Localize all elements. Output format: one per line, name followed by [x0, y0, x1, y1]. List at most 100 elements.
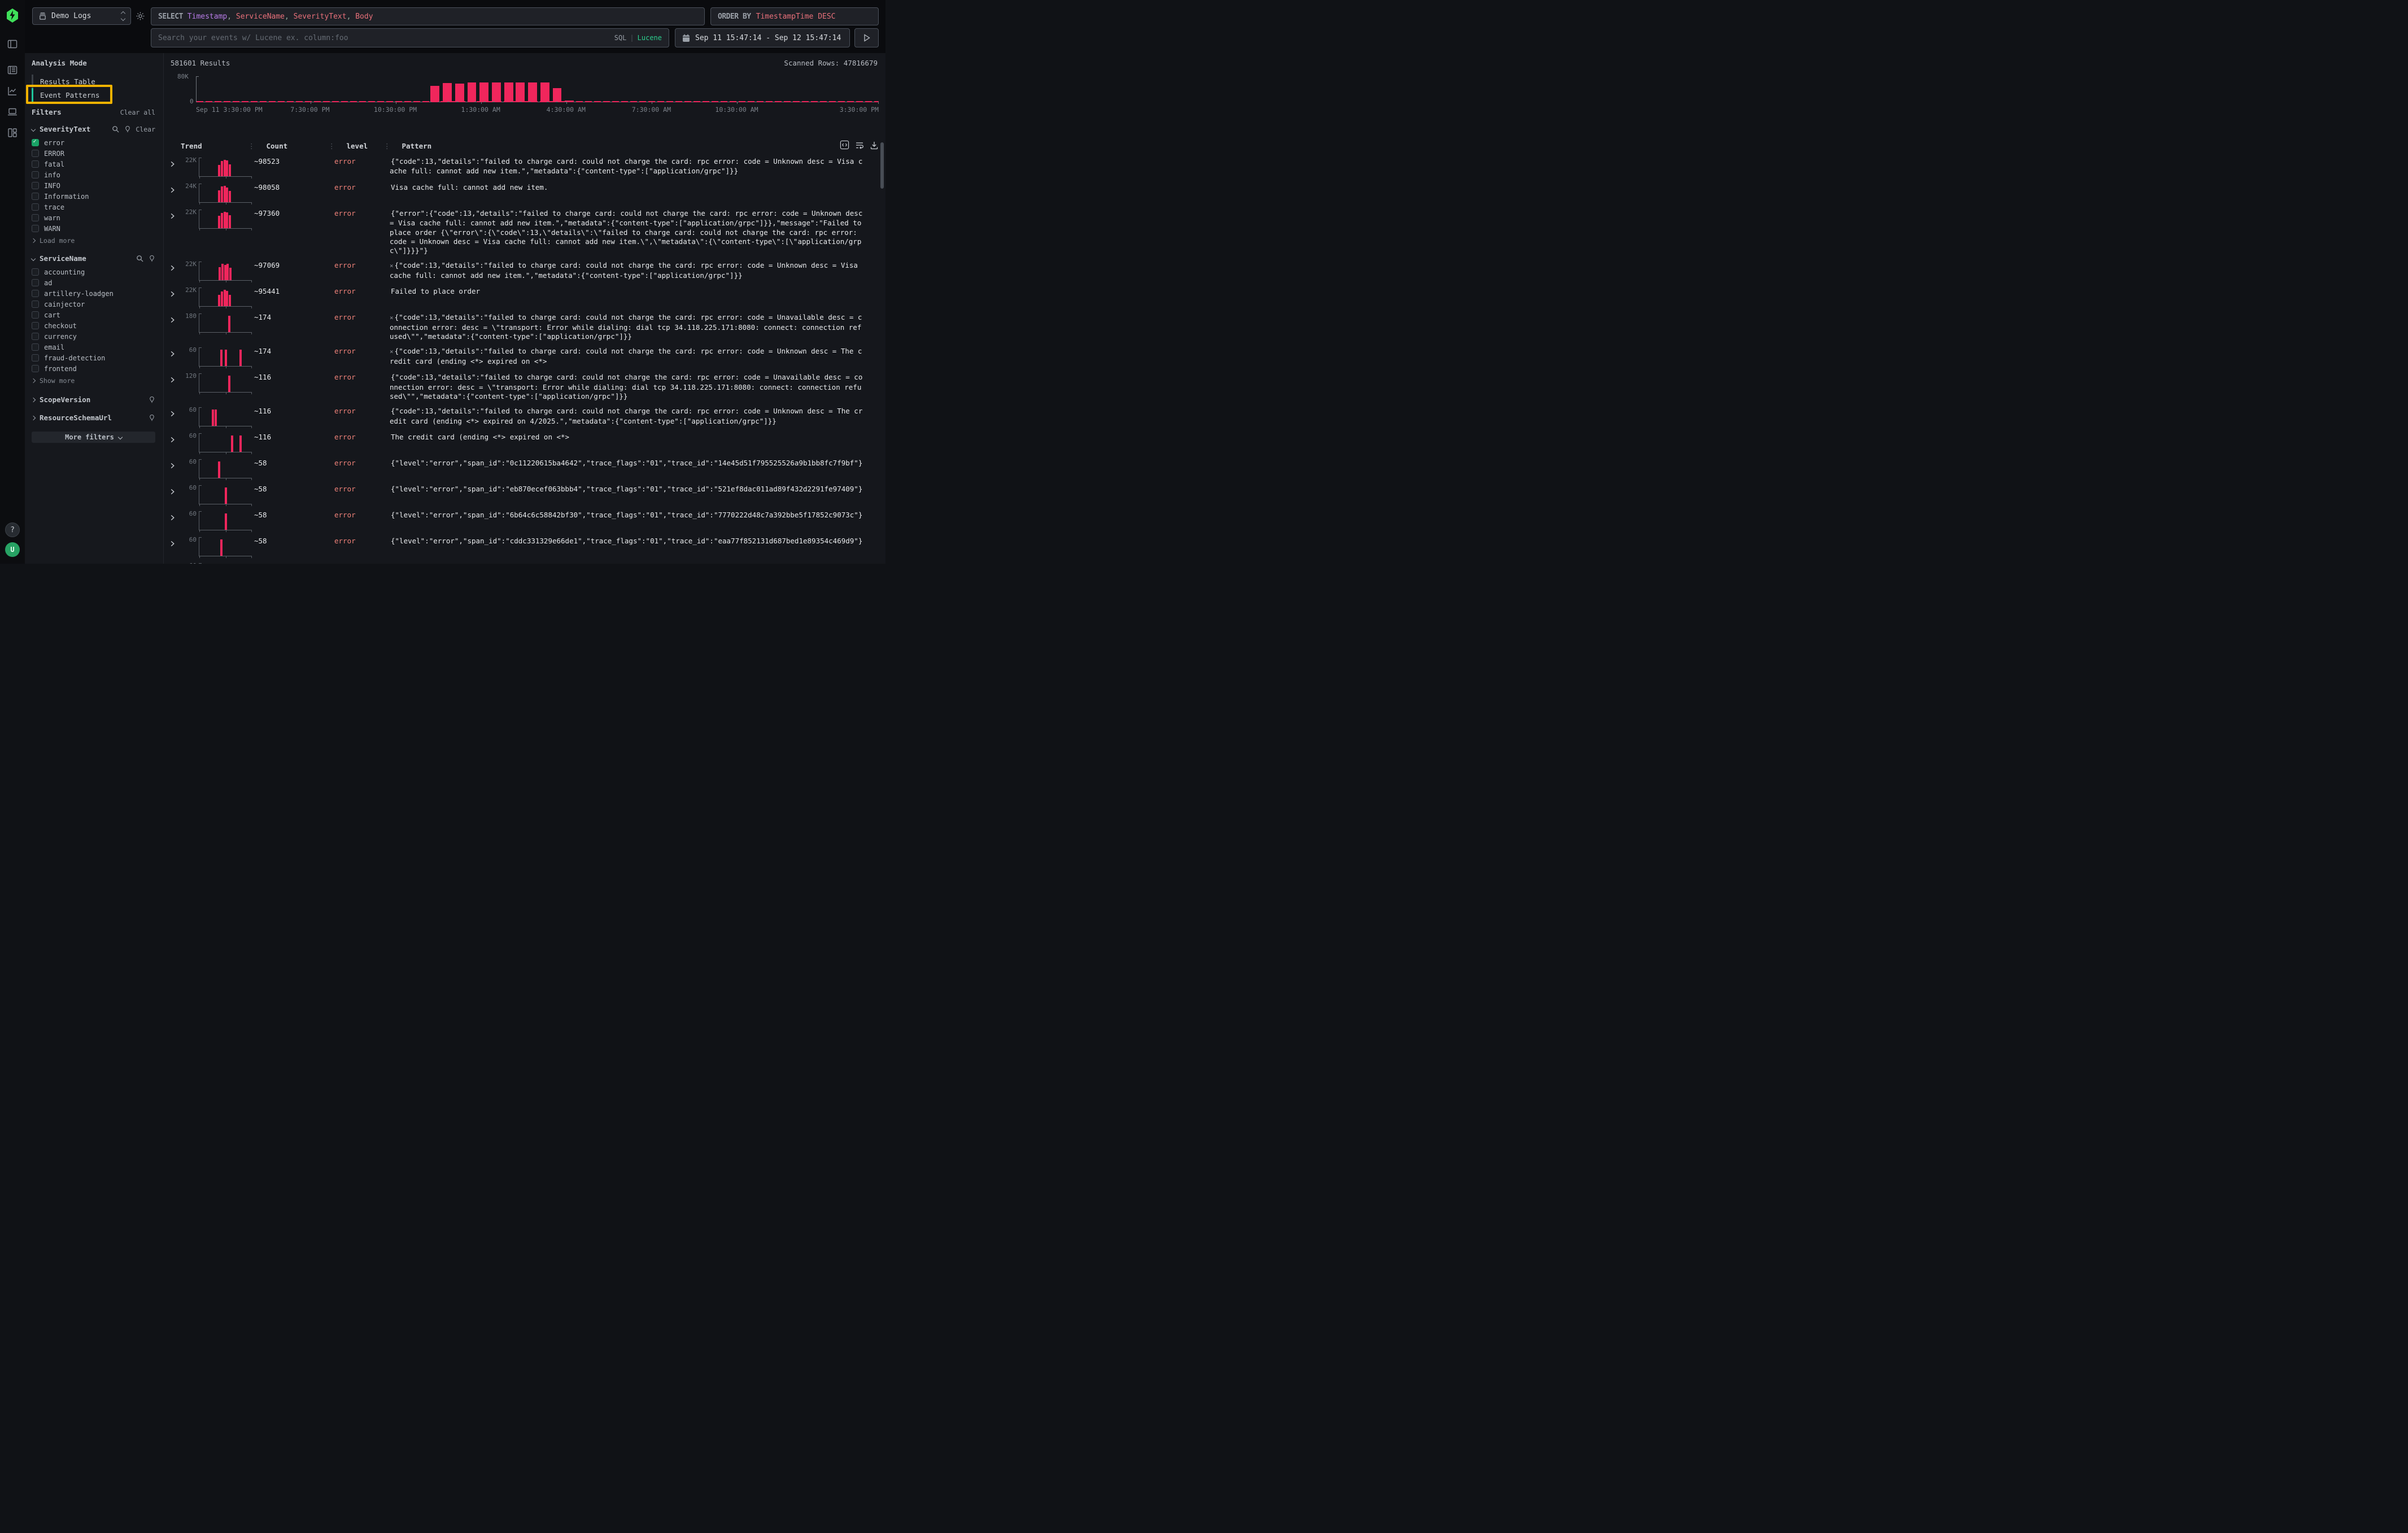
- checkbox[interactable]: [32, 182, 39, 189]
- help-button[interactable]: ?: [5, 522, 20, 537]
- checkbox[interactable]: [32, 322, 39, 329]
- checkbox[interactable]: [32, 160, 39, 168]
- expand-chevron-icon[interactable]: [169, 510, 181, 523]
- app-logo-icon[interactable]: [6, 8, 19, 23]
- filter-option[interactable]: ad: [32, 277, 155, 288]
- nav-sessions-icon[interactable]: [5, 104, 20, 120]
- table-row[interactable]: 60~58error{"level":"error","span_id":"0c…: [164, 455, 885, 481]
- col-header-count[interactable]: Count: [254, 142, 334, 150]
- filter-option[interactable]: WARN: [32, 223, 155, 234]
- filter-option[interactable]: trace: [32, 202, 155, 212]
- table-row[interactable]: 60~116error{"code":13,"details":"failed …: [164, 403, 885, 429]
- expand-chevron-icon[interactable]: [169, 458, 181, 471]
- filter-option[interactable]: ERROR: [32, 148, 155, 159]
- pin-icon[interactable]: [149, 396, 155, 403]
- table-row[interactable]: 24K~98058errorVisa cache full: cannot ad…: [164, 180, 885, 206]
- checkbox[interactable]: [32, 311, 39, 319]
- source-select[interactable]: Demo Logs: [32, 7, 131, 25]
- mode-event-patterns[interactable]: Event Patterns: [32, 88, 155, 102]
- table-row[interactable]: 22K~97360error{"error":{"code":13,"detai…: [164, 206, 885, 258]
- expand-chevron-icon[interactable]: [169, 260, 181, 273]
- search-input[interactable]: Search your events w/ Lucene ex. column:…: [151, 28, 669, 47]
- wrap-lines-icon[interactable]: [855, 141, 864, 150]
- toggle-sidebar-icon[interactable]: [5, 36, 20, 52]
- pin-icon[interactable]: [149, 414, 155, 421]
- download-icon[interactable]: [870, 141, 879, 150]
- clear-all-link[interactable]: Clear all: [120, 108, 155, 116]
- checkbox[interactable]: [32, 171, 39, 178]
- load-more-link[interactable]: Load more: [32, 236, 155, 246]
- filter-option[interactable]: cainjector: [32, 299, 155, 310]
- checkbox[interactable]: [32, 225, 39, 232]
- results-histogram[interactable]: 80K 0 Sep 11 3:30:00 PM 7:30:00 PM 10:30…: [171, 72, 879, 118]
- resource-schema-url-section[interactable]: ResourceSchemaUrl: [32, 413, 155, 422]
- filter-option[interactable]: accounting: [32, 267, 155, 277]
- filter-option[interactable]: artillery-loadgen: [32, 288, 155, 299]
- table-row[interactable]: 180~174error×{"code":13,"details":"faile…: [164, 310, 885, 343]
- pin-icon[interactable]: [124, 125, 131, 133]
- expand-chevron-icon[interactable]: [169, 346, 181, 359]
- scope-version-section[interactable]: ScopeVersion: [32, 395, 155, 404]
- checkbox[interactable]: [32, 214, 39, 221]
- expand-chevron-icon[interactable]: [169, 536, 181, 549]
- lang-sql-toggle[interactable]: SQL: [614, 34, 627, 42]
- mode-results-table[interactable]: Results Table: [32, 75, 155, 88]
- filter-option[interactable]: error: [32, 137, 155, 148]
- filter-option[interactable]: checkout: [32, 320, 155, 331]
- run-query-button[interactable]: [854, 28, 879, 47]
- checkbox[interactable]: [32, 354, 39, 362]
- col-header-level[interactable]: level: [334, 142, 390, 150]
- code-view-icon[interactable]: [840, 140, 849, 150]
- service-section-header[interactable]: ServiceName: [32, 254, 155, 263]
- checkbox[interactable]: [32, 365, 39, 372]
- select-query-input[interactable]: SELECT Timestamp, ServiceName, SeverityT…: [151, 7, 705, 25]
- expand-chevron-icon[interactable]: [169, 432, 181, 445]
- expand-chevron-icon[interactable]: [169, 372, 181, 385]
- order-by-input[interactable]: ORDER BY TimestampTime DESC: [710, 7, 879, 25]
- expand-chevron-icon[interactable]: [169, 182, 181, 195]
- table-row[interactable]: 60~116errorThe credit card (ending <*> e…: [164, 429, 885, 455]
- checkbox[interactable]: [32, 203, 39, 211]
- show-more-link[interactable]: Show more: [32, 376, 155, 386]
- date-range-picker[interactable]: Sep 11 15:47:14 - Sep 12 15:47:14: [675, 28, 850, 47]
- filter-option[interactable]: currency: [32, 331, 155, 342]
- filter-option[interactable]: frontend: [32, 363, 155, 374]
- table-row[interactable]: 60~58error{"level":"error","span_id":"cd…: [164, 533, 885, 559]
- nav-chart-explorer-icon[interactable]: [5, 83, 20, 99]
- filter-option[interactable]: INFO: [32, 180, 155, 191]
- filter-option[interactable]: warn: [32, 212, 155, 223]
- nav-search-logs-icon[interactable]: [5, 62, 20, 78]
- search-icon[interactable]: [112, 125, 119, 133]
- checkbox[interactable]: [32, 150, 39, 157]
- expand-chevron-icon[interactable]: [169, 562, 181, 564]
- filter-option[interactable]: fraud-detection: [32, 352, 155, 363]
- filter-option[interactable]: Information: [32, 191, 155, 202]
- search-icon[interactable]: [136, 255, 143, 262]
- checkbox[interactable]: [32, 193, 39, 200]
- checkbox[interactable]: [32, 290, 39, 297]
- col-header-pattern[interactable]: Pattern: [390, 142, 878, 150]
- gear-icon[interactable]: [136, 11, 145, 23]
- filter-option[interactable]: email: [32, 342, 155, 352]
- table-row[interactable]: 60~58error{"level":"error","span_id":"33…: [164, 559, 885, 564]
- checkbox[interactable]: [32, 343, 39, 351]
- checkbox[interactable]: [32, 333, 39, 340]
- checkbox-checked[interactable]: [32, 139, 39, 146]
- expand-chevron-icon[interactable]: [169, 286, 181, 299]
- more-filters-button[interactable]: More filters: [32, 432, 155, 443]
- expand-chevron-icon[interactable]: [169, 208, 181, 221]
- checkbox[interactable]: [32, 300, 39, 308]
- table-row[interactable]: 120~116error{"code":13,"details":"failed…: [164, 369, 885, 403]
- table-row[interactable]: 22K~95441errorFailed to place order: [164, 284, 885, 310]
- checkbox[interactable]: [32, 268, 39, 276]
- table-row[interactable]: 60~58error{"level":"error","span_id":"6b…: [164, 507, 885, 533]
- filter-option[interactable]: fatal: [32, 159, 155, 169]
- severity-section-header[interactable]: SeverityText Clear: [32, 125, 155, 133]
- expand-chevron-icon[interactable]: [169, 156, 181, 169]
- scrollbar[interactable]: [880, 142, 884, 189]
- avatar[interactable]: U: [5, 542, 20, 557]
- nav-dashboards-icon[interactable]: [5, 125, 20, 141]
- table-row[interactable]: 22K~98523error{"code":13,"details":"fail…: [164, 154, 885, 180]
- checkbox[interactable]: [32, 279, 39, 286]
- expand-chevron-icon[interactable]: [169, 406, 181, 419]
